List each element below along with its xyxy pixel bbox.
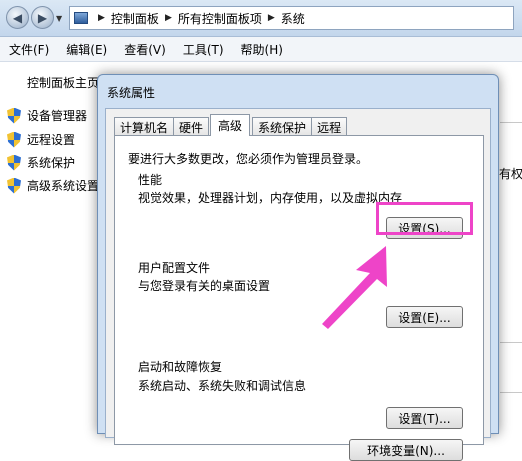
divider <box>500 332 522 343</box>
left-task-pane: 控制面板主页 设备管理器 远程设置 系统保护 高级系统设置 <box>0 62 100 425</box>
uac-shield-icon <box>7 107 21 124</box>
menu-help[interactable]: 帮助(H) <box>232 41 291 58</box>
breadcrumb-separator-icon[interactable]: ▶ <box>165 13 172 23</box>
startup-recovery-description: 系统启动、系统失败和调试信息 <box>138 379 307 393</box>
user-profiles-settings-button[interactable]: 设置(E)... <box>386 306 463 328</box>
address-bar[interactable]: ▶ 控制面板 ▶ 所有控制面板项 ▶ 系统 <box>69 6 514 30</box>
task-label: 高级系统设置 <box>27 179 100 193</box>
breadcrumb-all-items[interactable]: 所有控制面板项 <box>178 10 262 27</box>
dialog-title: 系统属性 <box>107 86 156 100</box>
user-profiles-description: 与您登录有关的桌面设置 <box>138 279 271 293</box>
admin-note: 要进行大多数更改，您必须作为管理员登录。 <box>128 152 369 166</box>
task-label: 设备管理器 <box>27 109 88 123</box>
control-panel-home-link[interactable]: 控制面板主页 <box>27 74 99 91</box>
divider <box>500 382 522 393</box>
menu-tools[interactable]: 工具(T) <box>174 41 232 58</box>
partially-hidden-text: 有权 <box>499 167 522 181</box>
menu-file[interactable]: 文件(F) <box>0 41 57 58</box>
divider <box>500 112 522 123</box>
environment-variables-button[interactable]: 环境变量(N)... <box>349 439 463 461</box>
task-label: 远程设置 <box>27 133 76 147</box>
tab-hardware[interactable]: 硬件 <box>173 117 210 136</box>
tab-remote[interactable]: 远程 <box>311 117 348 136</box>
back-button[interactable]: ◀ <box>6 6 29 29</box>
back-arrow-icon: ◀ <box>12 10 23 25</box>
dialog-client-area: 计算机名 硬件 高级 系统保护 远程 要进行大多数更改，您必须作为管理员登录。 … <box>105 108 491 461</box>
control-panel-icon <box>74 12 88 24</box>
task-remote-settings[interactable]: 远程设置 <box>7 131 75 148</box>
menu-bar: 文件(F) 编辑(E) 查看(V) 工具(T) 帮助(H) <box>0 37 522 62</box>
startup-recovery-settings-button[interactable]: 设置(T)... <box>386 407 463 429</box>
forward-arrow-icon: ▶ <box>37 10 48 25</box>
uac-shield-icon <box>7 154 21 171</box>
advanced-tab-panel: 要进行大多数更改，您必须作为管理员登录。 性能 视觉效果，处理器计划，内存使用，… <box>114 135 484 461</box>
address-toolbar: ◀ ▶ ▼ ▶ 控制面板 ▶ 所有控制面板项 ▶ 系统 <box>0 0 522 37</box>
uac-shield-icon <box>7 131 21 148</box>
breadcrumb-separator-icon[interactable]: ▶ <box>268 13 275 23</box>
tab-strip: 计算机名 硬件 高级 系统保护 远程 <box>114 114 348 136</box>
task-label: 系统保护 <box>27 156 76 170</box>
task-system-protection[interactable]: 系统保护 <box>7 154 75 171</box>
forward-button[interactable]: ▶ <box>31 6 54 29</box>
tab-computer-name[interactable]: 计算机名 <box>114 117 175 136</box>
breadcrumb-control-panel[interactable]: 控制面板 <box>111 10 159 27</box>
startup-recovery-group-title: 启动和故障恢复 <box>138 360 223 374</box>
recent-pages-dropdown-icon[interactable]: ▼ <box>56 14 62 23</box>
breadcrumb-separator-icon[interactable]: ▶ <box>98 13 105 23</box>
task-advanced-system-settings[interactable]: 高级系统设置 <box>7 177 99 194</box>
user-profiles-group-title: 用户配置文件 <box>138 261 211 275</box>
performance-group-title: 性能 <box>138 173 163 187</box>
tab-system-protection[interactable]: 系统保护 <box>252 117 313 136</box>
tab-advanced[interactable]: 高级 <box>210 114 251 136</box>
uac-shield-icon <box>7 177 21 194</box>
breadcrumb-system[interactable]: 系统 <box>281 10 305 27</box>
highlight-box <box>376 202 473 235</box>
system-properties-dialog: 系统属性 计算机名 硬件 高级 系统保护 远程 要进行大多数更改，您必须作为管理… <box>97 74 499 461</box>
task-device-manager[interactable]: 设备管理器 <box>7 107 87 124</box>
menu-view[interactable]: 查看(V) <box>115 41 174 58</box>
menu-edit[interactable]: 编辑(E) <box>57 41 115 58</box>
performance-description: 视觉效果，处理器计划，内存使用，以及虚拟内存 <box>138 191 403 205</box>
